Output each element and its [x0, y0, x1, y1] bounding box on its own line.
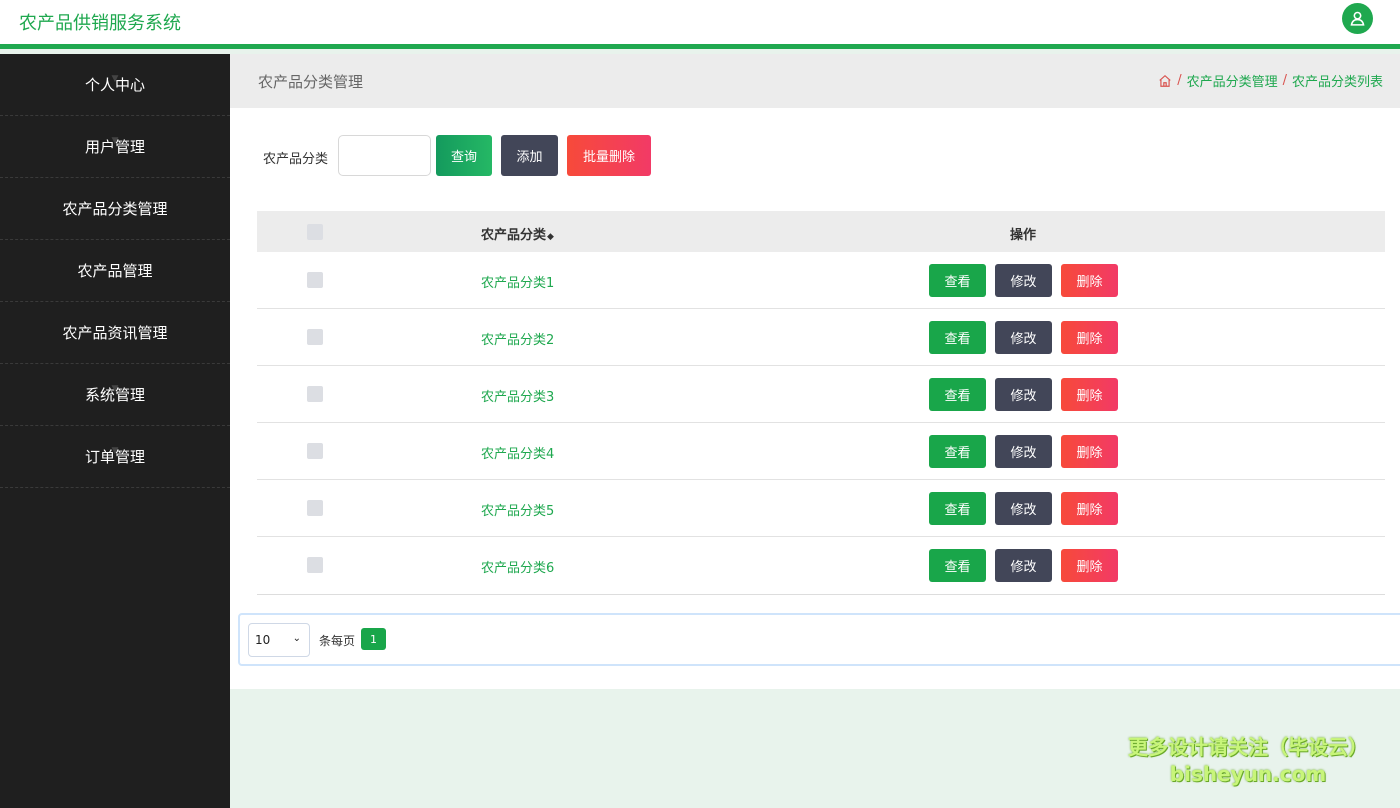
delete-button[interactable]: 删除	[1061, 378, 1118, 411]
sidebar-item[interactable]: 农产品资讯管理	[0, 302, 230, 364]
sidebar-item-label: 农产品管理	[77, 262, 153, 280]
edit-button[interactable]: 修改	[995, 492, 1052, 525]
row-checkbox[interactable]	[307, 500, 323, 516]
view-button[interactable]: 查看	[929, 321, 986, 354]
per-page-label: 条每页	[319, 634, 356, 648]
page-size-value: 10	[255, 633, 271, 647]
watermark: 更多设计请关注（毕设云） bisheyun.com	[1118, 731, 1378, 786]
table-row: 农产品分类2 查看 修改 删除	[257, 309, 1385, 366]
caret-down-icon: ▼	[111, 136, 119, 146]
user-avatar[interactable]	[1342, 3, 1373, 34]
caret-down-icon: ▼	[111, 384, 119, 394]
category-name[interactable]: 农产品分类6	[481, 557, 554, 576]
row-checkbox[interactable]	[307, 557, 323, 573]
table-header: 农产品分类◆ 操作	[257, 211, 1385, 252]
row-checkbox[interactable]	[307, 272, 323, 288]
delete-button[interactable]: 删除	[1061, 321, 1118, 354]
category-name[interactable]: 农产品分类1	[481, 272, 554, 291]
breadcrumb-item-category-list[interactable]: 农产品分类列表	[1292, 71, 1383, 90]
sidebar-item-label: 农产品分类管理	[62, 200, 168, 218]
sidebar-item[interactable]: 系统管理 ▼	[0, 364, 230, 426]
watermark-line-1: 更多设计请关注（毕设云）	[1128, 735, 1368, 759]
edit-button[interactable]: 修改	[995, 321, 1052, 354]
caret-down-icon: ▼	[111, 446, 119, 456]
column-header-actions: 操作	[1010, 228, 1037, 243]
sidebar-item[interactable]: 用户管理 ▼	[0, 116, 230, 178]
view-button[interactable]: 查看	[929, 549, 986, 582]
home-icon[interactable]	[1158, 74, 1172, 88]
sidebar-item[interactable]: 个人中心 ▼	[0, 54, 230, 116]
edit-button[interactable]: 修改	[995, 549, 1052, 582]
pagination: 10 ⌄ 条每页 1	[238, 613, 1400, 666]
caret-down-icon: ▼	[111, 74, 119, 84]
delete-button[interactable]: 删除	[1061, 492, 1118, 525]
sort-icon[interactable]: ◆	[547, 232, 554, 242]
table-row: 农产品分类1 查看 修改 删除	[257, 252, 1385, 309]
main-content: 农产品分类 查询 添加 批量删除 农产品分类◆ 操作 农产品分类1 查看 修改 删除农…	[230, 108, 1400, 689]
sidebar-item-label: 农产品资讯管理	[62, 324, 168, 342]
app-title: 农产品供销服务系统	[19, 13, 181, 34]
page-header: 农产品分类管理 / 农产品分类管理 / 农产品分类列表	[230, 54, 1400, 108]
category-name[interactable]: 农产品分类3	[481, 386, 554, 405]
chevron-down-icon: ⌄	[292, 633, 301, 644]
view-button[interactable]: 查看	[929, 492, 986, 525]
query-button[interactable]: 查询	[436, 135, 492, 176]
user-icon	[1350, 11, 1365, 26]
view-button[interactable]: 查看	[929, 378, 986, 411]
sidebar-item[interactable]: 农产品管理	[0, 240, 230, 302]
table-body: 农产品分类1 查看 修改 删除 农产品分类2 查看 修改 删除 农产品分类3 查看 修改 删除 农产品分…	[257, 252, 1385, 594]
sidebar: 个人中心 ▼ 用户管理 ▼ 农产品分类管理 农产品管理农产品资讯管理系统管理 ▼ 订单管理 ▼	[0, 54, 230, 808]
select-all-checkbox[interactable]	[307, 224, 323, 240]
category-table: 农产品分类◆ 操作 农产品分类1 查看 修改 删除 农产品分类2 查看 修改 删除 农产品分类3…	[257, 211, 1385, 595]
row-checkbox[interactable]	[307, 443, 323, 459]
batch-delete-button[interactable]: 批量删除	[567, 135, 651, 176]
category-search-label: 农产品分类	[263, 152, 329, 167]
top-bar: 农产品供销服务系统	[0, 0, 1400, 49]
category-name[interactable]: 农产品分类2	[481, 329, 554, 348]
edit-button[interactable]: 修改	[995, 435, 1052, 468]
row-checkbox[interactable]	[307, 329, 323, 345]
view-button[interactable]: 查看	[929, 435, 986, 468]
page-size-select[interactable]: 10 ⌄	[248, 623, 310, 657]
category-name[interactable]: 农产品分类4	[481, 443, 554, 462]
page-title: 农产品分类管理	[258, 73, 364, 91]
breadcrumb-separator: /	[1177, 73, 1182, 88]
table-row: 农产品分类6 查看 修改 删除	[257, 537, 1385, 594]
delete-button[interactable]: 删除	[1061, 264, 1118, 297]
table-row: 农产品分类3 查看 修改 删除	[257, 366, 1385, 423]
column-header-label: 农产品分类	[481, 228, 547, 243]
page-number-button[interactable]: 1	[361, 628, 386, 650]
view-button[interactable]: 查看	[929, 264, 986, 297]
table-row: 农产品分类4 查看 修改 删除	[257, 423, 1385, 480]
category-name[interactable]: 农产品分类5	[481, 500, 554, 519]
delete-button[interactable]: 删除	[1061, 435, 1118, 468]
row-checkbox[interactable]	[307, 386, 323, 402]
breadcrumb-separator: /	[1282, 73, 1287, 88]
edit-button[interactable]: 修改	[995, 378, 1052, 411]
add-button[interactable]: 添加	[501, 135, 558, 176]
sidebar-item[interactable]: 订单管理 ▼	[0, 426, 230, 488]
watermark-line-2: bisheyun.com	[1169, 762, 1327, 786]
column-header-category[interactable]: 农产品分类◆	[481, 224, 554, 243]
table-row: 农产品分类5 查看 修改 删除	[257, 480, 1385, 537]
category-search-input[interactable]	[338, 135, 431, 176]
delete-button[interactable]: 删除	[1061, 549, 1118, 582]
edit-button[interactable]: 修改	[995, 264, 1052, 297]
breadcrumb-item-category-management[interactable]: 农产品分类管理	[1187, 71, 1278, 90]
breadcrumb: / 农产品分类管理 / 农产品分类列表	[1158, 71, 1383, 90]
sidebar-item[interactable]: 农产品分类管理	[0, 178, 230, 240]
